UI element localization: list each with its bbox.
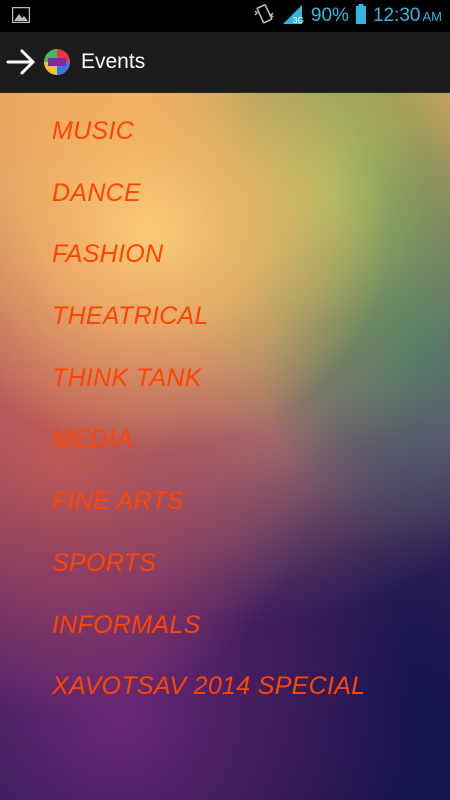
image-notification-icon: [11, 6, 31, 27]
status-time: 12:30: [372, 5, 421, 26]
menu-item-xavotsav-special[interactable]: XAVOTSAV 2014 SPECIAL: [52, 666, 365, 706]
menu-item-fashion[interactable]: FASHION: [52, 234, 163, 274]
page-title: Events: [81, 50, 146, 73]
menu-item-informals[interactable]: INFORMALS: [52, 605, 201, 645]
status-bar: 3G 90% 12:30 AM: [0, 0, 450, 32]
menu-item-theatrical[interactable]: THEATRICAL: [52, 296, 209, 336]
menu-item-media[interactable]: MEDIA: [52, 419, 133, 459]
svg-text:3G: 3G: [293, 16, 304, 25]
status-ampm: AM: [422, 9, 443, 24]
battery-icon: [355, 3, 367, 29]
battery-percent: 90%: [310, 5, 349, 26]
menu-item-music[interactable]: MUSIC: [52, 111, 134, 151]
menu-item-sports[interactable]: SPORTS: [52, 543, 156, 583]
vibrate-icon: [253, 3, 275, 29]
menu-item-dance[interactable]: DANCE: [52, 173, 141, 213]
app-logo-icon[interactable]: [44, 49, 70, 75]
events-content: MUSIC DANCE FASHION THEATRICAL THINK TAN…: [0, 93, 450, 800]
back-arrow-icon[interactable]: [6, 48, 36, 76]
action-bar: Events: [0, 32, 450, 94]
menu-item-think-tank[interactable]: THINK TANK: [52, 358, 202, 398]
signal-icon: 3G: [281, 3, 305, 29]
menu-item-fine-arts[interactable]: FINE ARTS: [52, 481, 184, 521]
screen: 3G 90% 12:30 AM Events MUSIC DANCE FASHI…: [0, 0, 450, 800]
